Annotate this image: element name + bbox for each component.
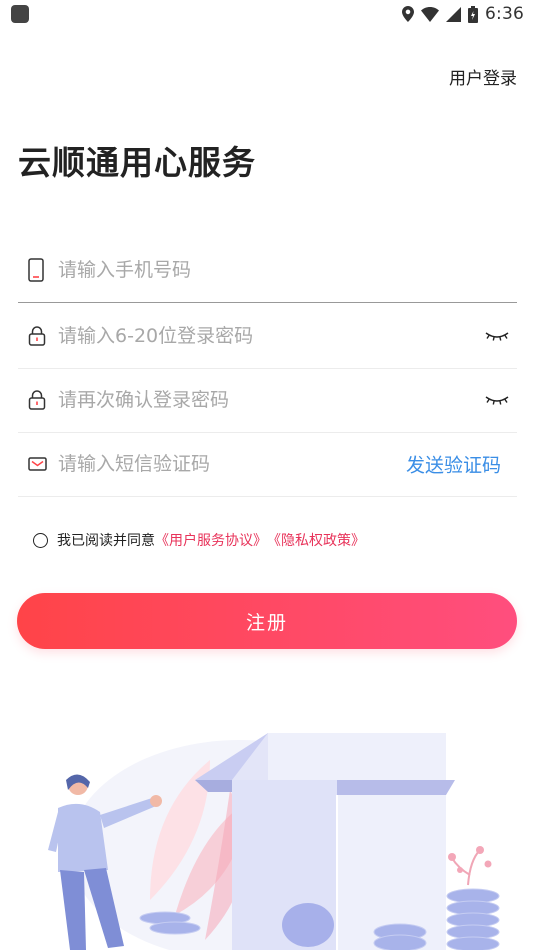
phone-icon xyxy=(28,258,44,282)
status-time: 6:36 xyxy=(485,4,524,24)
battery-icon xyxy=(468,5,479,23)
sms-code-field: 发送验证码 xyxy=(18,432,517,497)
lock-icon xyxy=(28,390,46,410)
eye-closed-icon[interactable] xyxy=(485,394,509,406)
envelope-icon xyxy=(28,457,47,471)
signal-icon xyxy=(446,6,462,22)
register-page: 6:36 用户登录 云顺通用心服务 请输入手机号码 请输入短信验证码 发送验证码… xyxy=(0,0,534,950)
confirm-password-input[interactable] xyxy=(58,368,418,432)
lock-icon xyxy=(28,326,46,346)
app-notification-icon xyxy=(11,5,29,23)
phone-field xyxy=(18,238,517,303)
status-icons: 6:36 xyxy=(402,3,524,25)
password-input[interactable] xyxy=(58,304,418,368)
sms-code-input[interactable] xyxy=(58,432,418,496)
send-code-button[interactable]: 发送验证码 xyxy=(406,451,501,478)
page-title: 云顺通用心服务 xyxy=(18,143,256,182)
privacy-policy-link[interactable]: 《隐私权政策》 xyxy=(267,530,365,550)
user-login-link[interactable]: 用户登录 xyxy=(449,64,517,89)
agreement-prefix: 我已阅读并同意 xyxy=(57,533,155,549)
service-agreement-link[interactable]: 《用户服务协议》 xyxy=(155,530,267,550)
location-icon xyxy=(402,6,415,22)
wifi-icon xyxy=(421,6,440,22)
status-bar: 6:36 xyxy=(0,0,534,28)
register-button[interactable]: 注册 xyxy=(17,593,517,649)
password-field xyxy=(18,304,517,369)
phone-input[interactable] xyxy=(58,238,418,302)
register-illustration xyxy=(48,733,500,950)
eye-closed-icon[interactable] xyxy=(485,330,509,342)
confirm-password-field xyxy=(18,368,517,433)
agreement-checkbox[interactable] xyxy=(33,532,48,548)
agreement-row: 我已阅读并同意 《用户服务协议》 《隐私权政策》 xyxy=(33,530,365,550)
